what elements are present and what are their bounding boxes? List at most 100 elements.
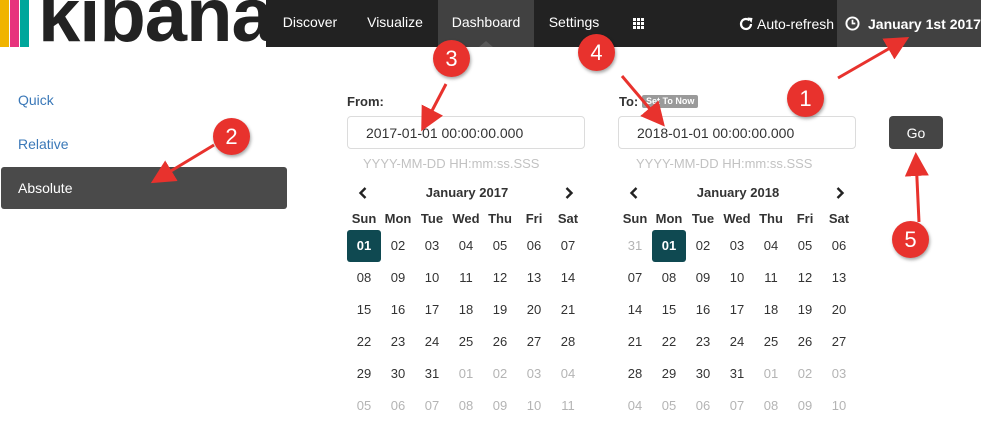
calendar-day[interactable]: 09	[686, 262, 720, 294]
calendar-day[interactable]: 19	[788, 294, 822, 326]
calendar-day[interactable]: 21	[551, 294, 585, 326]
calendar-day[interactable]: 16	[381, 294, 415, 326]
calendar-day[interactable]: 24	[415, 326, 449, 358]
calendar-day[interactable]: 16	[686, 294, 720, 326]
calendar-day[interactable]: 10	[415, 262, 449, 294]
calendar-day[interactable]: 22	[652, 326, 686, 358]
calendar-day[interactable]: 08	[347, 262, 381, 294]
other-month-day[interactable]: 11	[551, 390, 585, 421]
sidebar-item-absolute[interactable]: Absolute	[1, 167, 287, 209]
calendar-day[interactable]: 14	[618, 294, 652, 326]
calendar-day[interactable]: 29	[652, 358, 686, 390]
other-month-day[interactable]: 06	[686, 390, 720, 421]
calendar-day[interactable]: 11	[449, 262, 483, 294]
calendar-day[interactable]: 28	[618, 358, 652, 390]
other-month-day[interactable]: 04	[618, 390, 652, 421]
calendar-day[interactable]: 23	[381, 326, 415, 358]
calendar-day[interactable]: 04	[449, 230, 483, 262]
other-month-day[interactable]: 07	[415, 390, 449, 421]
auto-refresh-button[interactable]: Auto-refresh	[738, 0, 834, 47]
calendar-day[interactable]: 30	[381, 358, 415, 390]
calendar-day[interactable]: 19	[483, 294, 517, 326]
other-month-day[interactable]: 09	[483, 390, 517, 421]
other-month-day[interactable]: 04	[551, 358, 585, 390]
calendar-day[interactable]: 13	[822, 262, 856, 294]
other-month-day[interactable]: 07	[720, 390, 754, 421]
calendar-day[interactable]: 21	[618, 326, 652, 358]
calendar-day[interactable]: 17	[415, 294, 449, 326]
next-month-button[interactable]	[830, 183, 850, 203]
other-month-day[interactable]: 10	[822, 390, 856, 421]
calendar-day[interactable]: 30	[686, 358, 720, 390]
other-month-day[interactable]: 02	[483, 358, 517, 390]
calendar-day[interactable]: 20	[517, 294, 551, 326]
calendar-month-title[interactable]: January 2018	[618, 185, 858, 200]
selected-day[interactable]: 01	[347, 230, 381, 262]
selected-day[interactable]: 01	[652, 230, 686, 262]
calendar-day[interactable]: 06	[517, 230, 551, 262]
calendar-day[interactable]: 22	[347, 326, 381, 358]
sidebar-item-quick[interactable]: Quick	[1, 79, 287, 121]
to-date-input[interactable]	[618, 116, 856, 149]
calendar-day[interactable]: 25	[449, 326, 483, 358]
calendar-day[interactable]: 15	[652, 294, 686, 326]
other-month-day[interactable]: 03	[517, 358, 551, 390]
other-month-day[interactable]: 31	[618, 230, 652, 262]
calendar-day[interactable]: 05	[483, 230, 517, 262]
calendar-day[interactable]: 07	[551, 230, 585, 262]
calendar-day[interactable]: 03	[415, 230, 449, 262]
calendar-day[interactable]: 12	[483, 262, 517, 294]
kibana-logo[interactable]: kibana	[0, 0, 266, 47]
calendar-day[interactable]: 02	[381, 230, 415, 262]
calendar-day[interactable]: 18	[754, 294, 788, 326]
calendar-day[interactable]: 09	[381, 262, 415, 294]
apps-grid-button[interactable]	[620, 0, 656, 47]
other-month-day[interactable]: 08	[449, 390, 483, 421]
calendar-day[interactable]: 26	[483, 326, 517, 358]
other-month-day[interactable]: 01	[754, 358, 788, 390]
other-month-day[interactable]: 08	[754, 390, 788, 421]
calendar-day[interactable]: 13	[517, 262, 551, 294]
calendar-day[interactable]: 20	[822, 294, 856, 326]
calendar-day[interactable]: 23	[686, 326, 720, 358]
calendar-day[interactable]: 18	[449, 294, 483, 326]
calendar-day[interactable]: 03	[720, 230, 754, 262]
nav-visualize[interactable]: Visualize	[354, 0, 436, 47]
calendar-day[interactable]: 06	[822, 230, 856, 262]
other-month-day[interactable]: 01	[449, 358, 483, 390]
calendar-day[interactable]: 08	[652, 262, 686, 294]
calendar-day[interactable]: 12	[788, 262, 822, 294]
next-month-button[interactable]	[559, 183, 579, 203]
calendar-day[interactable]: 27	[822, 326, 856, 358]
other-month-day[interactable]: 05	[652, 390, 686, 421]
time-picker-toggle[interactable]: January 1st 2017, 0	[837, 0, 981, 47]
calendar-day[interactable]: 11	[754, 262, 788, 294]
other-month-day[interactable]: 02	[788, 358, 822, 390]
calendar-day[interactable]: 25	[754, 326, 788, 358]
calendar-day[interactable]: 14	[551, 262, 585, 294]
calendar-day[interactable]: 02	[686, 230, 720, 262]
from-date-input[interactable]	[347, 116, 585, 149]
calendar-day[interactable]: 31	[720, 358, 754, 390]
calendar-day[interactable]: 15	[347, 294, 381, 326]
calendar-day[interactable]: 10	[720, 262, 754, 294]
other-month-day[interactable]: 05	[347, 390, 381, 421]
calendar-day[interactable]: 04	[754, 230, 788, 262]
calendar-day[interactable]: 24	[720, 326, 754, 358]
set-to-now-button[interactable]: Set To Now	[642, 95, 699, 108]
nav-discover[interactable]: Discover	[266, 0, 354, 47]
other-month-day[interactable]: 06	[381, 390, 415, 421]
calendar-day[interactable]: 29	[347, 358, 381, 390]
other-month-day[interactable]: 03	[822, 358, 856, 390]
go-button[interactable]: Go	[889, 116, 943, 149]
calendar-month-title[interactable]: January 2017	[347, 185, 587, 200]
calendar-day[interactable]: 05	[788, 230, 822, 262]
calendar-day[interactable]: 28	[551, 326, 585, 358]
calendar-day[interactable]: 31	[415, 358, 449, 390]
calendar-day[interactable]: 27	[517, 326, 551, 358]
calendar-day[interactable]: 07	[618, 262, 652, 294]
other-month-day[interactable]: 10	[517, 390, 551, 421]
calendar-day[interactable]: 26	[788, 326, 822, 358]
calendar-day[interactable]: 17	[720, 294, 754, 326]
other-month-day[interactable]: 09	[788, 390, 822, 421]
